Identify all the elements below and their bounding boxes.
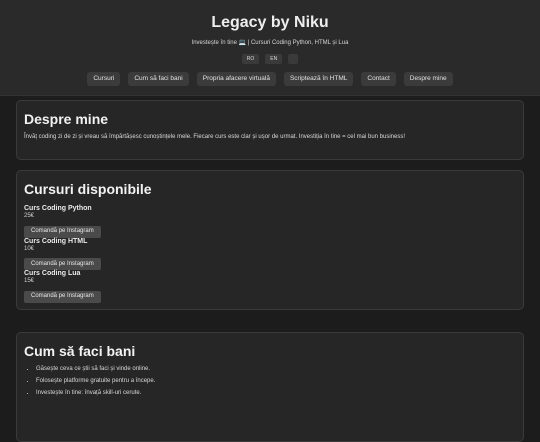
money-list: Găsește ceva ce știi să faci și vinde on… xyxy=(24,366,516,396)
order-instagram-button[interactable]: Comandă pe Instagram xyxy=(24,258,101,270)
nav-despre-mine[interactable]: Despre mine xyxy=(403,72,453,86)
site-title: Legacy by Niku xyxy=(211,14,329,31)
main-nav: Cursuri Cum să faci bani Propria afacere… xyxy=(0,72,540,86)
course-title: Curs Coding Lua xyxy=(24,270,81,277)
nav-afacere-virtuala[interactable]: Propria afacere virtuală xyxy=(196,72,276,86)
about-heading: Despre mine xyxy=(24,111,109,127)
course-item: Curs Coding Lua 15€ Comandă pe Instagram xyxy=(24,270,516,303)
about-text: Învăț coding zi de zi și vreau să împărt… xyxy=(24,134,406,140)
lang-en-button[interactable]: EN xyxy=(265,54,283,64)
about-section: Despre mine Învăț coding zi de zi și vre… xyxy=(16,100,524,160)
course-price: 25€ xyxy=(24,213,35,219)
money-heading: Cum să faci bani xyxy=(24,343,136,359)
course-item: Curs Coding HTML 10€ Comandă pe Instagra… xyxy=(24,237,516,270)
nav-scripteaza-html[interactable]: Scriptează în HTML xyxy=(283,72,354,86)
language-switcher: RO EN xyxy=(0,54,540,64)
order-instagram-button[interactable]: Comandă pe Instagram xyxy=(24,290,101,303)
list-item: Găsește ceva ce știi să faci și vinde on… xyxy=(36,366,516,372)
nav-cursuri[interactable]: Cursuri xyxy=(87,72,121,86)
money-section: Cum să faci bani Găsește ceva ce știi să… xyxy=(16,332,524,442)
courses-heading: Cursuri disponibile xyxy=(24,181,152,197)
site-header: Legacy by Niku Investește în tine 💻 | Cu… xyxy=(0,0,540,96)
nav-contact[interactable]: Contact xyxy=(361,72,396,86)
order-instagram-button[interactable]: Comandă pe Instagram xyxy=(24,225,101,238)
list-item: Investește în tine: învață skill-uri cer… xyxy=(36,390,516,396)
course-price: 15€ xyxy=(24,278,35,284)
courses-section: Cursuri disponibile Curs Coding Python 2… xyxy=(16,170,524,310)
theme-toggle-button[interactable] xyxy=(288,54,299,64)
course-price: 10€ xyxy=(24,245,35,252)
course-title: Curs Coding HTML xyxy=(24,237,88,245)
nav-cum-sa-faci-bani[interactable]: Cum să faci bani xyxy=(128,72,189,86)
lang-ro-button[interactable]: RO xyxy=(241,54,260,64)
course-title: Curs Coding Python xyxy=(24,205,92,212)
course-item: Curs Coding Python 25€ Comandă pe Instag… xyxy=(24,205,516,238)
site-subtitle: Investește în tine 💻 | Cursuri Coding Py… xyxy=(191,40,349,46)
list-item: Folosește platforme gratuite pentru a în… xyxy=(36,378,516,384)
